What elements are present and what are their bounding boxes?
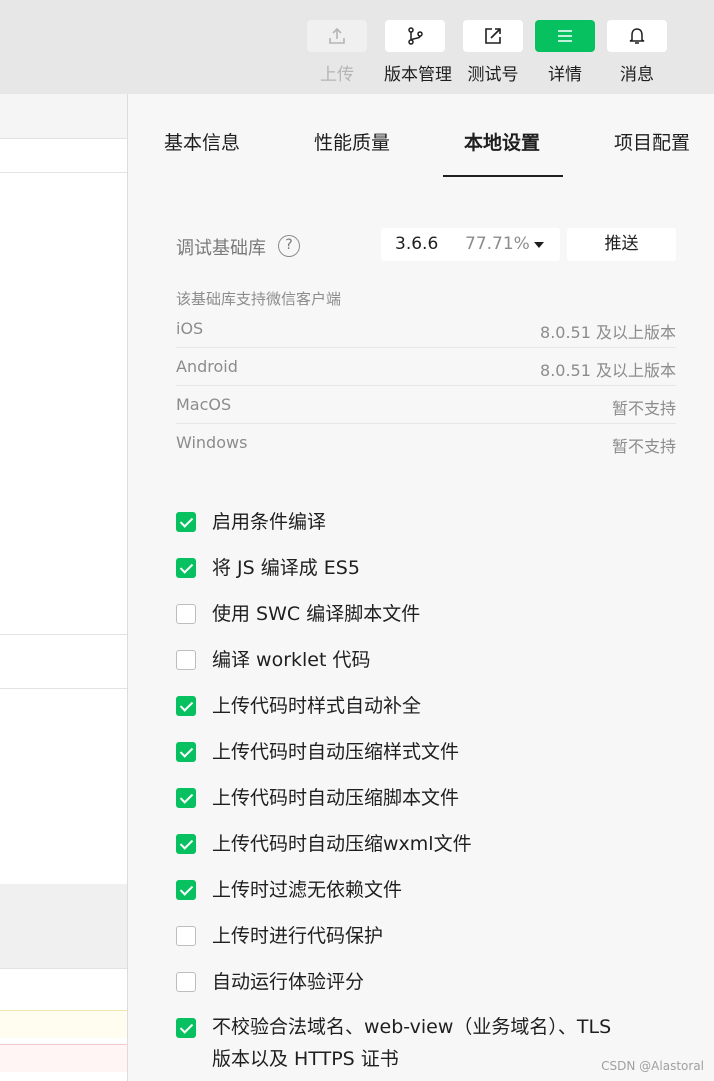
option-label: 上传时进行代码保护 [212, 925, 384, 947]
details-label: 详情 [548, 65, 582, 85]
platform-name: Windows [176, 433, 248, 452]
console-header [0, 884, 127, 968]
option-label: 启用条件编译 [212, 511, 327, 533]
test-account-button[interactable]: 测试号 [462, 20, 524, 85]
editor-divider [0, 688, 127, 689]
upload-button-box[interactable] [307, 20, 367, 52]
push-button[interactable]: 推送 [567, 228, 676, 261]
caret-down-icon [534, 242, 544, 248]
warning-row [0, 1010, 127, 1038]
test-account-box[interactable] [463, 20, 523, 52]
platform-version: 8.0.51 及以上版本 [540, 361, 676, 380]
support-note: 该基础库支持微信客户端 [176, 290, 342, 308]
tab-basic-info[interactable]: 基本信息 [164, 128, 240, 155]
option-label: 使用 SWC 编译脚本文件 [212, 603, 421, 625]
platform-row: Android 8.0.51 及以上版本 [176, 348, 676, 386]
checkbox[interactable] [176, 926, 196, 946]
version-management-box[interactable] [385, 20, 445, 52]
option-label: 不校验合法域名、web-view（业务域名）、TLS 版本以及 HTTPS 证书 [212, 1016, 612, 1070]
checkbox[interactable] [176, 558, 196, 578]
upload-button[interactable]: 上传 [306, 20, 368, 85]
branch-icon [408, 27, 423, 45]
debug-lib-label: 调试基础库 [176, 238, 266, 259]
platform-name: Android [176, 357, 238, 376]
bell-icon [629, 28, 645, 44]
editor-divider [0, 138, 127, 139]
checkbox[interactable] [176, 1018, 196, 1038]
debug-lib-select[interactable]: 3.6.6 77.71% [381, 228, 560, 261]
debug-lib-version: 3.6.6 [395, 234, 439, 254]
platform-row: MacOS 暂不支持 [176, 386, 676, 424]
option-label: 上传代码时样式自动补全 [212, 695, 422, 717]
top-toolbar: 上传 版本管理 测试号 详情 消息 [0, 0, 714, 94]
editor-divider [0, 968, 127, 969]
version-management-label: 版本管理 [384, 65, 452, 85]
checkbox[interactable] [176, 512, 196, 532]
platform-version: 暂不支持 [611, 437, 676, 456]
option-label: 上传代码时自动压缩样式文件 [212, 741, 460, 763]
version-management-button[interactable]: 版本管理 [384, 20, 452, 85]
platform-version: 暂不支持 [611, 399, 676, 418]
error-row [0, 1044, 127, 1072]
test-account-label: 测试号 [467, 65, 519, 85]
checkbox[interactable] [176, 880, 196, 900]
checkbox[interactable] [176, 696, 196, 716]
platform-version: 8.0.51 及以上版本 [540, 323, 676, 342]
checkbox[interactable] [176, 788, 196, 808]
option-label: 上传时过滤无依赖文件 [212, 879, 403, 901]
help-icon[interactable]: ? [278, 235, 300, 257]
tab-local-settings[interactable]: 本地设置 [464, 128, 540, 155]
checkbox[interactable] [176, 742, 196, 762]
checkbox[interactable] [176, 834, 196, 854]
checkbox[interactable] [176, 972, 196, 992]
details-box[interactable] [535, 20, 595, 52]
platform-row: iOS 8.0.51 及以上版本 [176, 310, 676, 348]
messages-box[interactable] [607, 20, 667, 52]
editor-divider [0, 634, 127, 635]
editor-divider [0, 172, 127, 173]
watermark: CSDN @Alastoral [601, 1059, 704, 1073]
option-label: 上传代码时自动压缩脚本文件 [212, 787, 460, 809]
platform-name: MacOS [176, 395, 232, 414]
upload-label: 上传 [320, 65, 354, 85]
checkbox[interactable] [176, 650, 196, 670]
details-button[interactable]: 详情 [534, 20, 596, 85]
editor-pane [0, 94, 127, 1081]
platform-name: iOS [176, 319, 204, 338]
messages-button[interactable]: 消息 [606, 20, 668, 85]
active-tab-indicator [443, 175, 563, 177]
checkbox[interactable] [176, 604, 196, 624]
menu-icon [558, 30, 572, 42]
tab-performance[interactable]: 性能质量 [314, 128, 390, 155]
platform-row: Windows 暂不支持 [176, 424, 676, 462]
option-label: 上传代码时自动压缩wxml文件 [212, 833, 472, 855]
tab-project-config[interactable]: 项目配置 [614, 128, 690, 155]
external-link-icon [485, 28, 501, 44]
option-label: 将 JS 编译成 ES5 [212, 557, 360, 579]
debug-lib-percent: 77.71% [465, 234, 530, 254]
messages-label: 消息 [620, 65, 654, 85]
upload-icon [329, 27, 345, 44]
editor-tab-strip [0, 94, 127, 138]
option-label: 编译 worklet 代码 [212, 649, 371, 671]
option-label: 自动运行体验评分 [212, 971, 365, 993]
details-panel: 基本信息 性能质量 本地设置 项目配置 调试基础库 ? 3.6.6 77.71%… [127, 94, 714, 1081]
details-tabs: 基本信息 性能质量 本地设置 项目配置 [128, 94, 714, 178]
